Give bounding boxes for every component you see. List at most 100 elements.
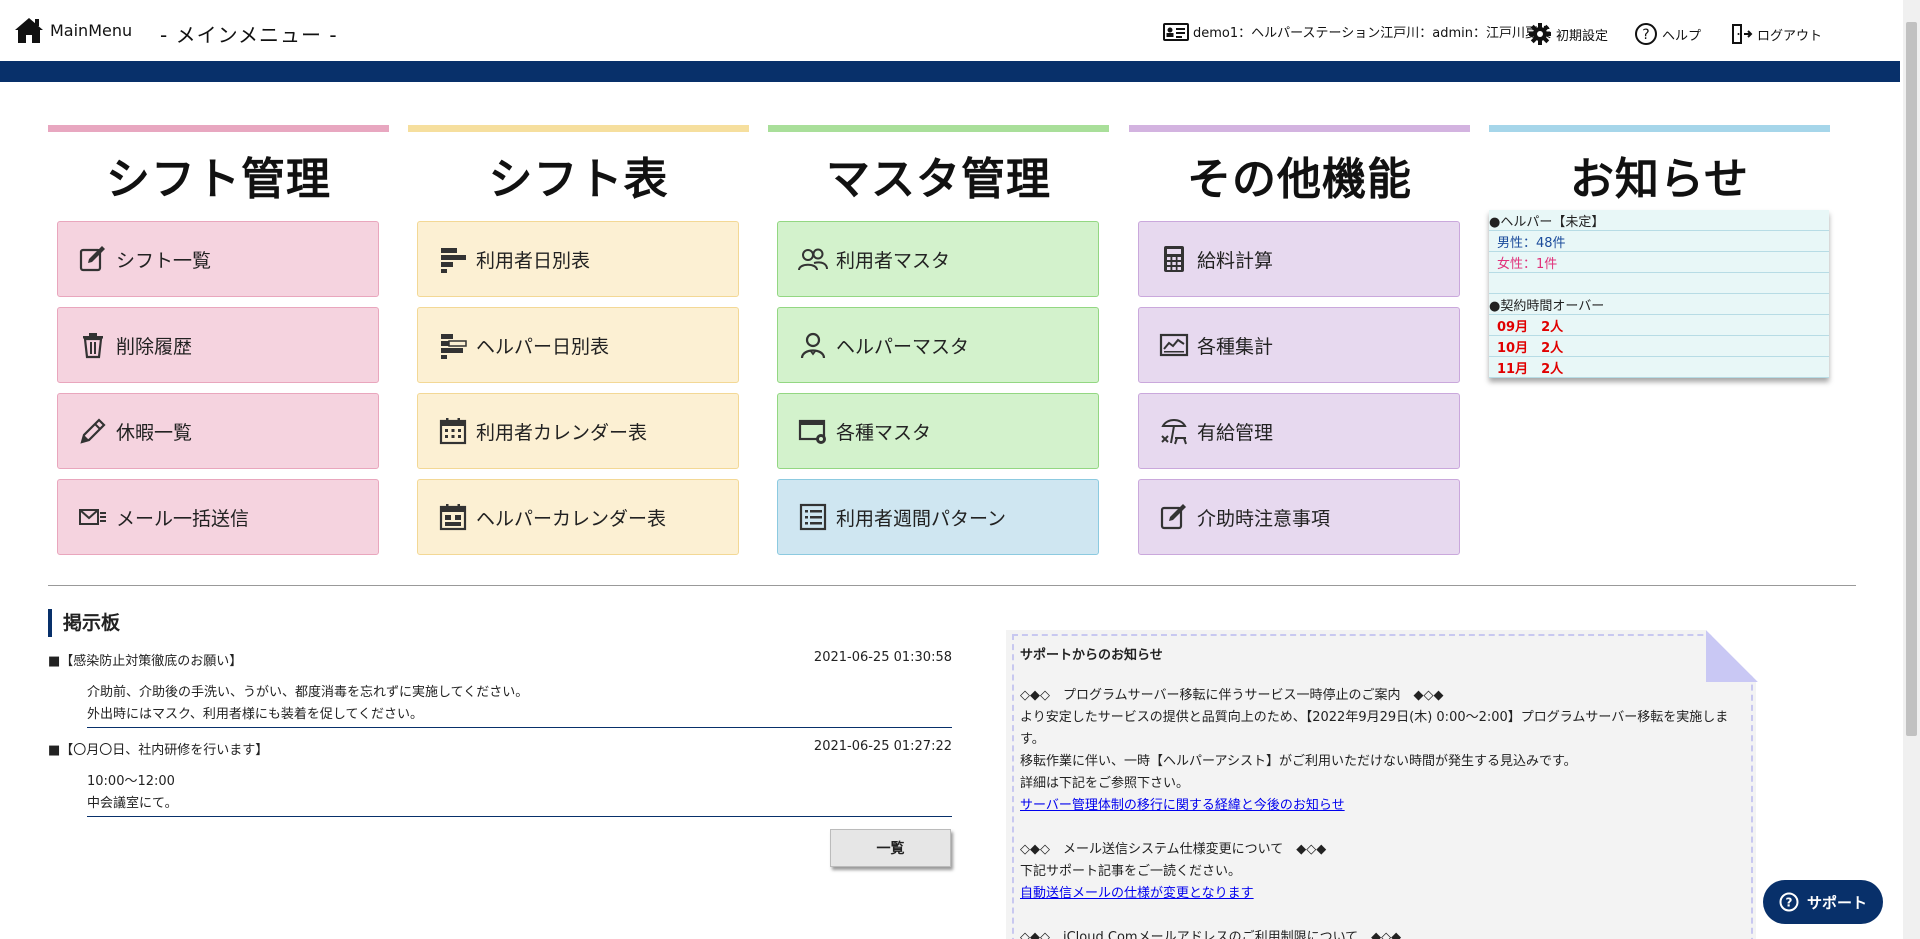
bulletin-post: ■【〇月〇日、社内研修を行います】 2021-06-25 01:27:22 10… [48,739,952,817]
menu-care-notes[interactable]: 介助時注意事項 [1138,479,1460,555]
post-body: 10:00～12:00 中会議室にて。 [87,771,952,817]
news-female-count[interactable]: 女性：1件 [1489,252,1829,273]
menu-bulk-mail[interactable]: メール一括送信 [57,479,379,555]
notice-title: ◇◆◇ プログラムサーバー移転に伴うサービス一時停止のご案内 ◆◇◆ [1020,688,1444,703]
list-icon [799,503,827,531]
id-card-icon [1163,22,1189,41]
scrollbar-thumb[interactable] [1906,22,1917,736]
help-icon: ? [1779,892,1799,912]
menu-user-daily-table[interactable]: 利用者日別表 [417,221,739,297]
post-line: 介助前、介助後の手洗い、うがい、都度消毒を忘れずに実施してください。 [87,685,529,700]
support-notice-panel: サポートからのお知らせ ◇◆◇ プログラムサーバー移転に伴うサービス一時停止のご… [1006,630,1758,939]
section-divider [48,585,1856,586]
menu-deletion-history[interactable]: 削除履歴 [57,307,379,383]
menu-user-calendar[interactable]: 利用者カレンダー表 [417,393,739,469]
news-male-count[interactable]: 男性：48件 [1489,231,1829,252]
notice-line: より安定したサービスの提供と品質向上のため、【2022年9月29日(木) 0:0… [1020,710,1729,747]
bar-list-icon [441,334,467,359]
notice-line: 下記サポート記事をご一読ください。 [1020,864,1242,879]
bulletin-title: 掲示板 [48,609,120,637]
post-title: ■【〇月〇日、社内研修を行います】 [48,743,269,758]
menu-label: 利用者日別表 [476,249,591,272]
logout-link[interactable]: ログアウト [1729,22,1822,46]
menu-label: 休暇一覧 [116,421,193,444]
menu-various-master[interactable]: 各種マスタ [777,393,1099,469]
menu-label: メール一括送信 [116,507,250,530]
section-news: お知らせ [1489,125,1830,218]
post-line: 中会議室にて。 [87,796,178,811]
bar-list-icon [441,248,466,273]
menu-helper-master[interactable]: ヘルパーマスタ [777,307,1099,383]
window-gear-icon [798,419,826,444]
header-navy-bar [0,61,1900,82]
menu-label: 各種マスタ [836,421,932,444]
support-title: サポートからのお知らせ [1020,648,1163,663]
user-info-text: demo1：ヘルパーステーション江戸川：admin：江戸川夏夫 [1193,26,1551,41]
section-title: お知らせ [1569,154,1750,205]
svg-text:?: ? [1786,896,1793,910]
person-icon [800,332,826,359]
menu-helper-calendar[interactable]: ヘルパーカレンダー表 [417,479,739,555]
notice-link[interactable]: 自動送信メールの仕様が変更となります [1020,886,1254,901]
menu-label: 削除履歴 [116,335,193,358]
bulletin-list-button[interactable]: 一覧 [830,829,951,867]
users-icon [798,248,828,271]
calendar-icon [439,418,467,445]
post-date: 2021-06-25 01:27:22 [813,739,952,754]
menu-label: 有給管理 [1197,421,1274,444]
news-overtime-heading: ●契約時間オーバー [1489,294,1829,315]
help-label: ヘルプ [1662,28,1702,44]
support-button-label: サポート [1806,893,1867,912]
user-info: demo1：ヘルパーステーション江戸川：admin：江戸川夏夫 [1163,22,1551,41]
post-line: 外出時にはマスク、利用者様にも装着を促してください。 [87,707,424,722]
menu-label: ヘルパーカレンダー表 [476,507,667,530]
pencil-icon [80,418,106,444]
bulletin-post: ■【感染防止対策徹底のお願い】 2021-06-25 01:30:58 介助前、… [48,650,952,728]
settings-link[interactable]: 初期設定 [1528,22,1608,46]
calculator-icon [1164,246,1184,272]
svg-text:?: ? [1642,27,1649,43]
menu-payroll[interactable]: 給料計算 [1138,221,1460,297]
chart-window-icon [1159,333,1189,357]
notice-link[interactable]: サーバー管理体制の移行に関する経緯と今後のお知らせ [1020,798,1345,813]
post-date: 2021-06-25 01:30:58 [813,650,952,665]
menu-label: 利用者週間パターン [836,507,1007,530]
menu-user-weekly-pattern[interactable]: 利用者週間パターン [777,479,1099,555]
menu-paid-leave[interactable]: 有給管理 [1138,393,1460,469]
post-body: 介助前、介助後の手洗い、うがい、都度消毒を忘れずに実施してください。 外出時には… [87,682,952,728]
help-link[interactable]: ? ヘルプ [1634,22,1701,46]
news-overtime-item[interactable]: 10月 2人 [1489,336,1829,357]
help-icon: ? [1635,23,1657,45]
news-helper-heading: ●ヘルパー【未定】 [1489,210,1829,231]
page-title: - メインメニュー - [160,23,338,47]
edit-icon [79,246,105,272]
news-spacer [1489,273,1829,294]
news-overtime-item[interactable]: 09月 2人 [1489,315,1829,336]
home-link[interactable]: MainMenu [14,16,132,44]
post-title: ■【感染防止対策徹底のお願い】 [48,654,243,669]
menu-label: ヘルパー日別表 [476,335,610,358]
logout-icon [1732,24,1753,44]
menu-label: 介助時注意事項 [1197,507,1331,530]
page-fold-icon [1706,630,1758,682]
beach-chair-icon [1161,419,1187,445]
menu-label: ヘルパーマスタ [836,335,970,358]
support-button[interactable]: ? サポート [1763,880,1883,924]
calendar-icon [439,504,467,531]
menu-various-totals[interactable]: 各種集計 [1138,307,1460,383]
menu-label: シフト一覧 [116,249,212,272]
menu-helper-daily-table[interactable]: ヘルパー日別表 [417,307,739,383]
menu-leave-list[interactable]: 休暇一覧 [57,393,379,469]
mail-icon [79,509,106,525]
home-icon [15,18,43,43]
gear-icon [1529,23,1551,45]
notice-title: ◇◆◇ iCloud.Comメールアドレスのご利用制限について ◆◇◆ [1020,930,1402,939]
settings-label: 初期設定 [1556,28,1609,44]
notice-line: 詳細は下記をご参照下さい。 [1020,776,1190,791]
top-header: MainMenu - メインメニュー - demo1：ヘルパーステーション江戸川… [0,0,1900,61]
news-overtime-item[interactable]: 11月 2人 [1489,357,1829,378]
menu-shift-list[interactable]: シフト一覧 [57,221,379,297]
menu-user-master[interactable]: 利用者マスタ [777,221,1099,297]
section-color-bar [1489,125,1830,132]
logout-label: ログアウト [1757,28,1823,44]
